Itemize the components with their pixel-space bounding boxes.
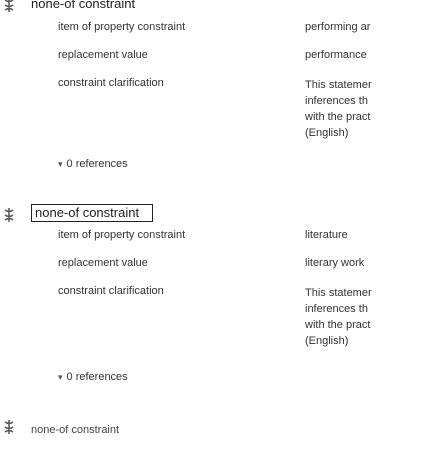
- value-line: This statemer: [305, 79, 372, 91]
- property-constraint-icon: [4, 0, 14, 12]
- references-label: 0 references: [66, 158, 128, 170]
- value-line: (English): [305, 335, 349, 347]
- property-constraint-icon: [4, 420, 14, 434]
- statement-title[interactable]: none-of constraint: [31, 0, 135, 11]
- references-toggle[interactable]: ▾ 0 references: [58, 158, 128, 170]
- qualifier-property[interactable]: replacement value: [58, 49, 253, 61]
- statement-group: none-of constraint item of property cons…: [0, 204, 448, 424]
- qualifier-value-multiline: This statemer inferences th with the pra…: [305, 77, 448, 141]
- chevron-down-icon: ▾: [58, 159, 63, 169]
- qualifier-property[interactable]: replacement value: [58, 257, 253, 269]
- references-label: 0 references: [66, 371, 128, 383]
- value-line: with the pract: [305, 111, 371, 123]
- value-line: This statemer: [305, 287, 372, 299]
- value-line: with the pract: [305, 319, 371, 331]
- qualifier-property[interactable]: item of property constraint: [58, 21, 253, 33]
- statement-group: none-of constraint item of property cons…: [0, 0, 448, 216]
- qualifier-value[interactable]: literature: [305, 229, 448, 241]
- statement-title-selected[interactable]: none-of constraint: [31, 204, 153, 222]
- value-line: (English): [305, 127, 349, 139]
- chevron-down-icon: ▾: [58, 372, 63, 382]
- qualifier-value-multiline: This statemer inferences th with the pra…: [305, 285, 448, 349]
- property-constraint-icon: [4, 208, 14, 222]
- statement-group: none-of constraint: [0, 416, 448, 456]
- qualifier-value[interactable]: performing ar: [305, 21, 448, 33]
- qualifier-property[interactable]: constraint clarification: [58, 77, 253, 89]
- qualifier-property[interactable]: constraint clarification: [58, 285, 253, 297]
- statement-title[interactable]: none-of constraint: [31, 424, 119, 436]
- references-toggle[interactable]: ▾ 0 references: [58, 371, 128, 383]
- value-line: inferences th: [305, 95, 368, 107]
- qualifier-property[interactable]: item of property constraint: [58, 229, 253, 241]
- qualifier-value[interactable]: performance: [305, 49, 448, 61]
- qualifier-value[interactable]: literary work: [305, 257, 448, 269]
- value-line: inferences th: [305, 303, 368, 315]
